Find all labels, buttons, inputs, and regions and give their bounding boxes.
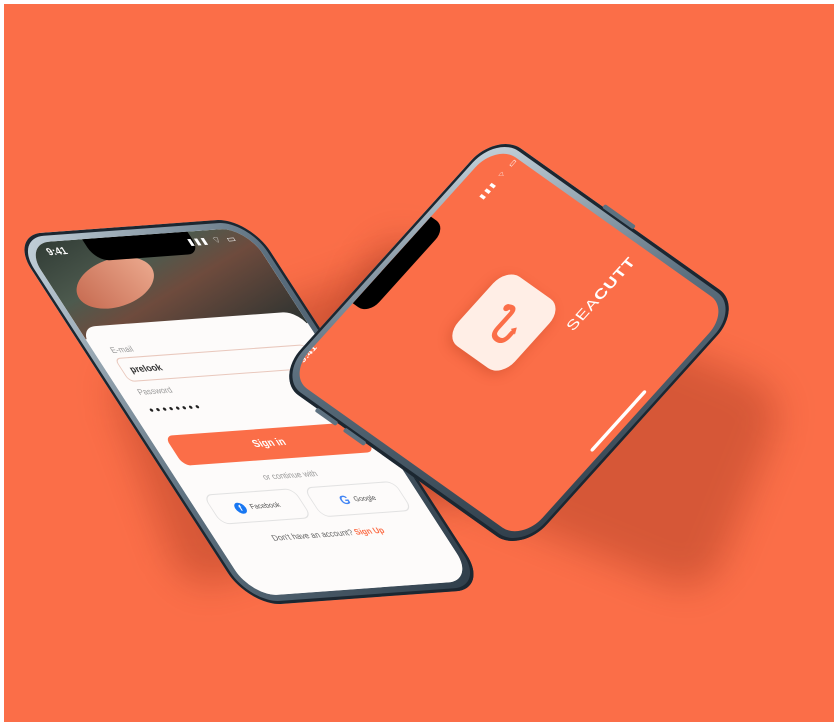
facebook-label: Facebook <box>248 501 283 511</box>
google-button[interactable]: G Google <box>302 480 414 518</box>
facebook-button[interactable]: f Facebook <box>202 488 313 525</box>
social-buttons: f Facebook G Google <box>202 480 414 525</box>
facebook-icon: f <box>231 501 250 514</box>
signup-prompt: Don't have an account? <box>269 527 356 543</box>
brand-bold: CUTT <box>591 254 640 304</box>
sign-up-link[interactable]: Sign Up <box>352 526 387 537</box>
google-label: Google <box>351 494 378 503</box>
signup-row: Don't have an account? Sign Up <box>229 523 426 546</box>
status-icons: ▮▮▮ ⌔ ▭ <box>477 155 521 201</box>
fish-hook-icon <box>492 303 518 343</box>
mockup-stage: 9:41 ▮▮▮ ⌔ ▭ E-mail prelook Password •••… <box>4 4 834 722</box>
brand-light: SEA <box>564 294 604 334</box>
app-logo-tile <box>444 267 564 377</box>
brand-wordmark: SEACUTT <box>564 254 640 334</box>
